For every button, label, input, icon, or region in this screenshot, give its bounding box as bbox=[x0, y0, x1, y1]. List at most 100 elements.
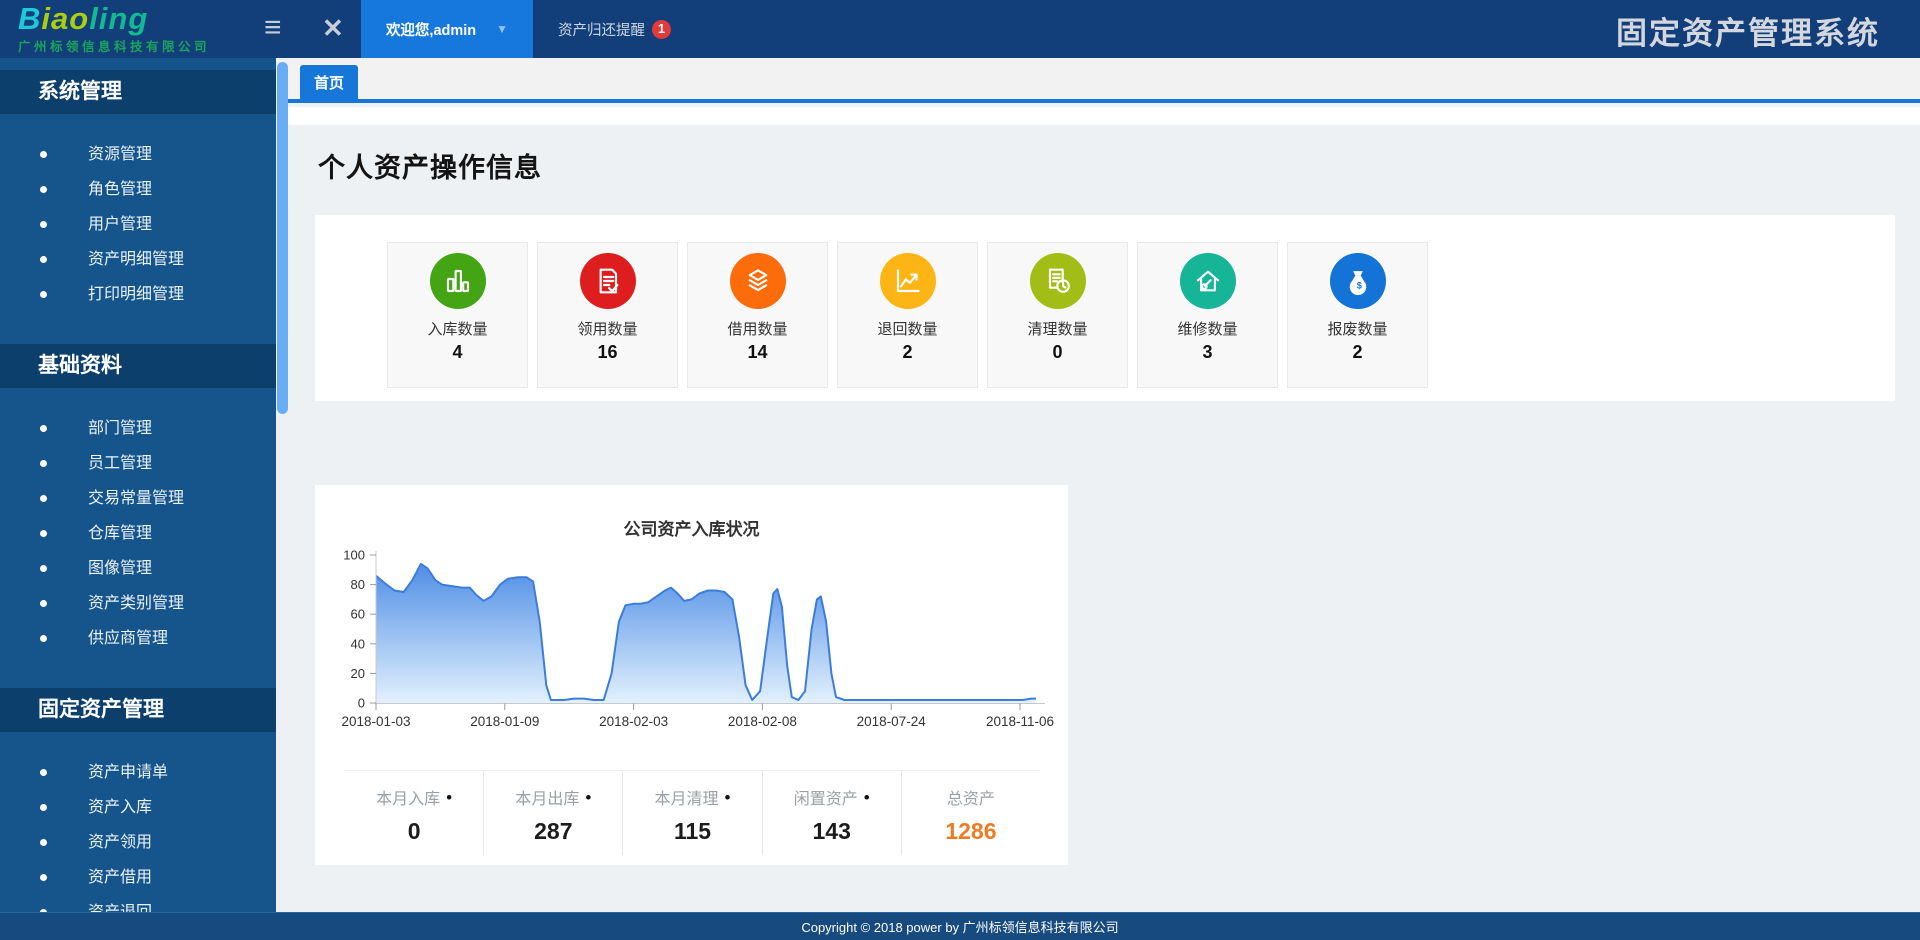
summary-value: 0 bbox=[345, 818, 483, 845]
summary-value: 287 bbox=[484, 818, 622, 845]
bar-chart-icon bbox=[430, 253, 486, 309]
layers-icon bbox=[730, 253, 786, 309]
stat-card-label: 退回数量 bbox=[838, 318, 977, 339]
tab-bar: 首页 bbox=[288, 58, 1920, 103]
welcome-admin-dropdown[interactable]: 欢迎您,admin ▼ bbox=[361, 0, 533, 58]
close-icon[interactable]: ✕ bbox=[322, 13, 344, 44]
stat-card[interactable]: 退回数量2 bbox=[837, 242, 978, 388]
stat-card-label: 清理数量 bbox=[988, 318, 1127, 339]
page-title: 个人资产操作信息 bbox=[318, 146, 542, 185]
stat-card-value: 0 bbox=[988, 342, 1127, 363]
svg-text:$: $ bbox=[1356, 280, 1362, 290]
welcome-label: 欢迎您,admin bbox=[386, 19, 476, 40]
summary-stat: 闲置资产• 143 bbox=[762, 771, 901, 855]
summary-label: 本月出库• bbox=[484, 785, 622, 809]
sidebar-item[interactable]: 资源管理 bbox=[0, 137, 276, 172]
logo-text-part: ling bbox=[89, 1, 148, 36]
sidebar-item[interactable]: 供应商管理 bbox=[0, 621, 276, 656]
chart-title: 公司资产入库状况 bbox=[315, 485, 1068, 540]
svg-text:2018-01-03: 2018-01-03 bbox=[341, 714, 410, 729]
summary-row: 本月入库•0本月出库•287本月清理•115闲置资产•143总资产1286 bbox=[345, 770, 1040, 855]
summary-stat: 总资产 1286 bbox=[901, 771, 1040, 855]
sidebar-item[interactable]: 交易常量管理 bbox=[0, 481, 276, 516]
tab-home[interactable]: 首页 bbox=[300, 65, 358, 103]
app-root: Biaoling 广州标领信息科技有限公司 ≡ ✕ 欢迎您,admin ▼ 资产… bbox=[0, 0, 1920, 940]
summary-label: 本月清理• bbox=[623, 785, 761, 809]
logo-text: Biaoling bbox=[18, 3, 210, 35]
sidebar-section-title[interactable]: 系统管理 bbox=[0, 70, 276, 114]
summary-value: 1286 bbox=[902, 818, 1040, 845]
svg-text:0: 0 bbox=[358, 696, 365, 711]
line-chart-icon bbox=[880, 253, 936, 309]
summary-stat: 本月清理•115 bbox=[622, 771, 761, 855]
copyright-text: Copyright © 2018 power by 广州标领信息科技有限公司 bbox=[801, 917, 1118, 936]
summary-stat: 本月出库• 287 bbox=[483, 771, 622, 855]
sidebar-section-list: 部门管理员工管理交易常量管理仓库管理图像管理资产类别管理供应商管理 bbox=[0, 411, 276, 656]
sidebar-item[interactable]: 角色管理 bbox=[0, 172, 276, 207]
summary-label: 总资产 bbox=[902, 785, 1040, 809]
sidebar-section-list: 资产申请单资产入库资产领用资产借用资产退回 bbox=[0, 755, 276, 912]
sidebar-nav: 系统管理资源管理角色管理用户管理资产明细管理打印明细管理基础资料部门管理员工管理… bbox=[0, 70, 276, 912]
subheader-band bbox=[288, 107, 1920, 125]
sidebar-item[interactable]: 仓库管理 bbox=[0, 516, 276, 551]
svg-text:80: 80 bbox=[351, 577, 365, 592]
sidebar-scrollbar-thumb[interactable] bbox=[277, 62, 288, 414]
dot-icon: • bbox=[446, 788, 452, 807]
svg-text:2018-02-03: 2018-02-03 bbox=[599, 714, 668, 729]
system-title: 固定资产管理系统 bbox=[1616, 8, 1880, 53]
stat-card[interactable]: 清理数量 0 bbox=[987, 242, 1128, 388]
sidebar-item[interactable]: 资产类别管理 bbox=[0, 586, 276, 621]
caret-down-icon: ▼ bbox=[496, 22, 508, 36]
svg-text:2018-02-08: 2018-02-08 bbox=[728, 714, 797, 729]
sidebar-section-list: 资源管理角色管理用户管理资产明细管理打印明细管理 bbox=[0, 137, 276, 312]
sidebar-item[interactable]: 部门管理 bbox=[0, 411, 276, 446]
logo-text-part: iao bbox=[41, 1, 89, 36]
stat-card-label: 领用数量 bbox=[538, 318, 677, 339]
stat-card[interactable]: $报废数量2 bbox=[1287, 242, 1428, 388]
sidebar-item[interactable]: 资产借用 bbox=[0, 860, 276, 895]
sidebar-item[interactable]: 用户管理 bbox=[0, 207, 276, 242]
sidebar-section-title[interactable]: 基础资料 bbox=[0, 344, 276, 388]
dot-icon: • bbox=[585, 788, 591, 807]
svg-text:2018-01-09: 2018-01-09 bbox=[470, 714, 539, 729]
sidebar-item[interactable]: 打印明细管理 bbox=[0, 277, 276, 312]
stat-cards-row: 入库数量4领用数量16借用数量14退回数量2清理数量0维修数量3$报废数量2 bbox=[315, 215, 1895, 388]
sidebar-section-title[interactable]: 固定资产管理 bbox=[0, 688, 276, 732]
logo-company-subtext: 广州标领信息科技有限公司 bbox=[18, 36, 210, 55]
svg-text:20: 20 bbox=[351, 666, 365, 681]
money-bag-icon: $ bbox=[1330, 253, 1386, 309]
sidebar-item[interactable]: 图像管理 bbox=[0, 551, 276, 586]
asset-return-reminder[interactable]: 资产归还提醒 1 bbox=[558, 0, 671, 58]
reminder-count-badge: 1 bbox=[652, 20, 671, 39]
dot-icon: • bbox=[725, 788, 731, 807]
summary-stat: 本月入库•0 bbox=[345, 771, 483, 855]
sidebar-item[interactable]: 员工管理 bbox=[0, 446, 276, 481]
topbar: Biaoling 广州标领信息科技有限公司 ≡ ✕ 欢迎您,admin ▼ 资产… bbox=[0, 0, 1920, 58]
stat-card-label: 入库数量 bbox=[388, 318, 527, 339]
stat-card-value: 14 bbox=[688, 342, 827, 363]
logo-text-part: B bbox=[18, 1, 41, 36]
sidebar-item[interactable]: 资产领用 bbox=[0, 825, 276, 860]
footer: Copyright © 2018 power by 广州标领信息科技有限公司 bbox=[0, 912, 1920, 940]
summary-value: 143 bbox=[763, 818, 901, 845]
svg-text:2018-11-06: 2018-11-06 bbox=[986, 714, 1054, 729]
summary-label: 闲置资产• bbox=[763, 785, 901, 809]
document-check-icon bbox=[580, 253, 636, 309]
stat-card[interactable]: 维修数量3 bbox=[1137, 242, 1278, 388]
stat-card-label: 报废数量 bbox=[1288, 318, 1427, 339]
content-area: 首页 个人资产操作信息 入库数量4领用数量16借用数量14退回数量2清理数量0维… bbox=[288, 58, 1920, 912]
svg-text:2018-07-24: 2018-07-24 bbox=[857, 714, 927, 729]
sidebar-item[interactable]: 资产入库 bbox=[0, 790, 276, 825]
stat-card-value: 4 bbox=[388, 342, 527, 363]
sidebar-item[interactable]: 资产明细管理 bbox=[0, 242, 276, 277]
sidebar: 系统管理资源管理角色管理用户管理资产明细管理打印明细管理基础资料部门管理员工管理… bbox=[0, 58, 276, 912]
stat-card[interactable]: 借用数量14 bbox=[687, 242, 828, 388]
sidebar-item[interactable]: 资产退回 bbox=[0, 895, 276, 912]
stat-card[interactable]: 领用数量16 bbox=[537, 242, 678, 388]
menu-icon[interactable]: ≡ bbox=[264, 10, 282, 46]
stat-card-value: 3 bbox=[1138, 342, 1277, 363]
sidebar-item[interactable]: 资产申请单 bbox=[0, 755, 276, 790]
logo[interactable]: Biaoling 广州标领信息科技有限公司 bbox=[18, 3, 210, 55]
stat-card[interactable]: 入库数量 4 bbox=[387, 242, 528, 388]
reminder-label: 资产归还提醒 bbox=[558, 19, 645, 40]
